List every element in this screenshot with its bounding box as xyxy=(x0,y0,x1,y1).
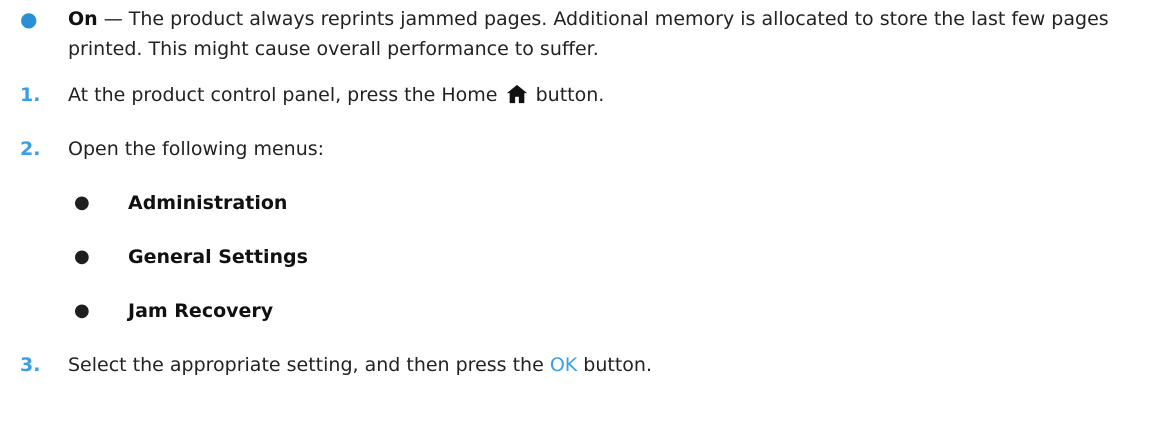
step-1: 1. At the product control panel, press t… xyxy=(0,80,1175,110)
bullet-dot: ● xyxy=(20,7,38,31)
menu-label: Jam Recovery xyxy=(128,300,274,322)
home-icon xyxy=(506,84,527,104)
option-on-item: ● On — The product always reprints jamme… xyxy=(0,4,1175,68)
option-dash: — xyxy=(97,8,129,30)
step-1-after: button. xyxy=(535,84,605,106)
step-3: 3. Select the appropriate setting, and t… xyxy=(0,350,1175,380)
option-on-text: On — The product always reprints jammed … xyxy=(68,4,1167,64)
option-description: The product always reprints jammed pages… xyxy=(68,8,1109,60)
step-number: 3. xyxy=(20,354,41,376)
bullet-dot: ● xyxy=(74,246,90,267)
ok-button-label: OK xyxy=(549,354,578,376)
step-1-before: At the product control panel, press the … xyxy=(68,84,498,106)
menu-label: Administration xyxy=(128,192,288,214)
menu-label: General Settings xyxy=(128,246,308,268)
bullet-dot: ● xyxy=(74,300,90,321)
step-number: 1. xyxy=(20,84,41,106)
menu-item-jam-recovery: ● Jam Recovery xyxy=(0,296,1175,326)
step-number: 2. xyxy=(20,138,41,160)
step-2-text: Open the following menus: xyxy=(68,138,325,160)
step-1-text: At the product control panel, press the … xyxy=(68,80,1167,110)
bullet-dot: ● xyxy=(74,192,90,213)
menu-item-administration: ● Administration xyxy=(0,188,1175,218)
step-3-after: button. xyxy=(577,354,653,376)
step-3-text: Select the appropriate setting, and then… xyxy=(68,350,1167,380)
menu-item-general-settings: ● General Settings xyxy=(0,242,1175,272)
step-3-before: Select the appropriate setting, and then… xyxy=(68,354,544,376)
option-term: On xyxy=(68,8,98,30)
step-2: 2. Open the following menus: xyxy=(0,134,1175,164)
